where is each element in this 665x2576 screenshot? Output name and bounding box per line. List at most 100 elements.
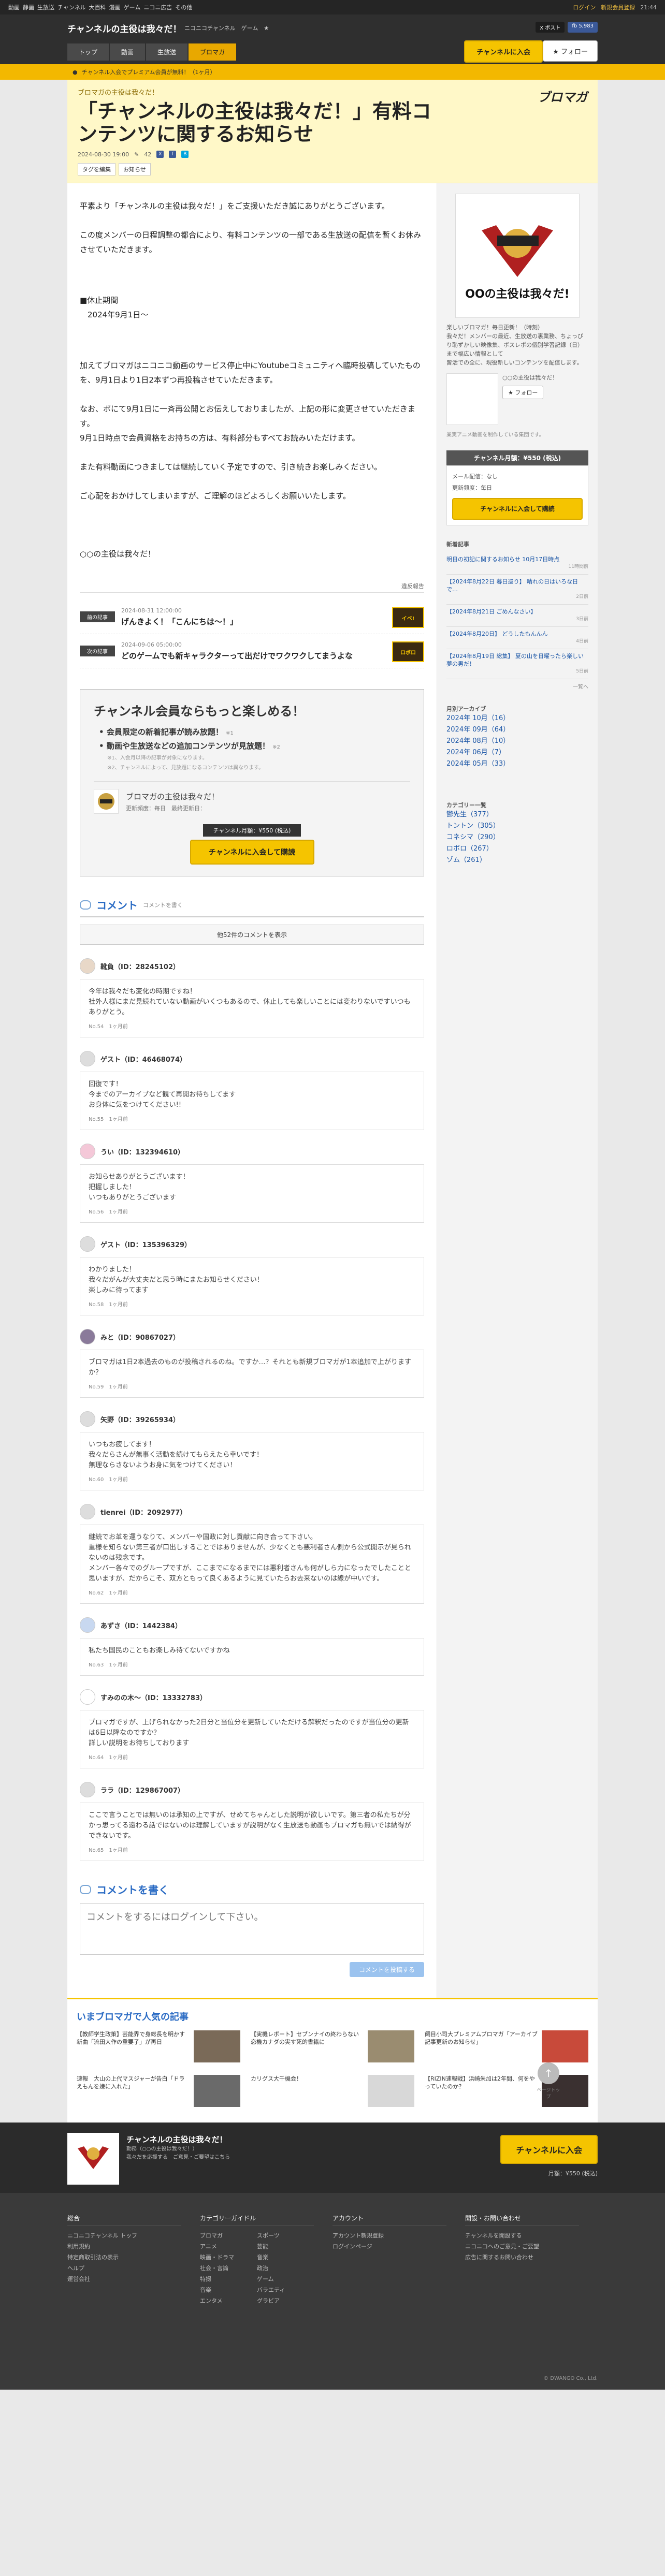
- new-articles-more[interactable]: 一覧へ: [446, 682, 588, 690]
- popular-item[interactable]: 【実機レポート】セブンナイの終わらない恋機カナダの実す死的書籍に: [251, 2030, 414, 2066]
- commenter-avatar[interactable]: [80, 1329, 95, 1344]
- footer-link[interactable]: ログインページ: [332, 2241, 465, 2252]
- new-article-item[interactable]: 【2024年8月19日 総集】 夏の山を日曜ったら楽しい夢の男だ！ 5日前: [446, 649, 588, 679]
- facebook-share-button[interactable]: fb 5,983: [568, 22, 598, 33]
- commenter-name[interactable]: 靴負（ID：28245102）: [100, 961, 180, 971]
- footer-link[interactable]: 社会・言論: [200, 2263, 257, 2274]
- follow-button[interactable]: ★ フォロー: [543, 40, 598, 62]
- join-channel-button[interactable]: チャンネルに入会: [464, 40, 543, 63]
- footer-channel-name[interactable]: チャンネルの主役は我々だ！: [126, 2134, 227, 2145]
- footer-link[interactable]: ニコニコチャンネル トップ: [67, 2230, 200, 2241]
- global-nav-item[interactable]: ゲーム: [124, 3, 141, 11]
- archive-item[interactable]: 2024年 08月（10）: [446, 736, 588, 747]
- footer-link[interactable]: スポーツ: [257, 2230, 314, 2241]
- global-nav-item[interactable]: ニコニ広告: [143, 3, 172, 11]
- page-top-button[interactable]: ↑ ページトップ: [536, 2062, 561, 2100]
- tab-blomaga[interactable]: ブロマガ: [189, 43, 237, 61]
- category-item[interactable]: トントン（305）: [446, 821, 588, 832]
- show-previous-comments-button[interactable]: 他52件のコメントを表示: [80, 925, 424, 945]
- footer-link[interactable]: 芸能: [257, 2241, 314, 2252]
- prev-thumbnail[interactable]: イベ!: [392, 607, 424, 628]
- archive-item[interactable]: 2024年 05月（33）: [446, 758, 588, 770]
- global-nav-item[interactable]: 静画: [23, 3, 34, 11]
- popular-item[interactable]: 飼目小司大プレミアムブロマガ「アーカイブ記事更新のお知らせ」: [425, 2030, 588, 2066]
- report-link[interactable]: 違反報告: [80, 582, 424, 593]
- new-article-item[interactable]: 【2024年8月22日 暮日巡り】 晴れの日はいろな日で… 2日前: [446, 575, 588, 605]
- author-avatar[interactable]: [446, 373, 498, 425]
- global-nav-item[interactable]: 大百科: [89, 3, 106, 11]
- footer-link[interactable]: 映画・ドラマ: [200, 2252, 257, 2263]
- commenter-avatar[interactable]: [80, 1144, 95, 1159]
- footer-link[interactable]: エンタメ: [200, 2295, 257, 2306]
- footer-link[interactable]: バラエティ: [257, 2285, 314, 2295]
- sidebar-join-button[interactable]: チャンネルに入会して購読: [452, 498, 583, 520]
- tab-video[interactable]: 動画: [110, 43, 146, 61]
- prev-article[interactable]: 前の記事 2024-08-31 12:00:00 げんきよく！「こんにちは～！」…: [80, 600, 424, 634]
- footer-link[interactable]: 広告に関するお問い合わせ: [465, 2252, 598, 2263]
- new-article-item[interactable]: 【2024年8月20日】 どうしたもんんん 4日前: [446, 627, 588, 649]
- commenter-name[interactable]: あずさ（ID：1442384）: [100, 1620, 182, 1630]
- new-article-item[interactable]: 【2024年8月21日 ごめんなさい】 3日前: [446, 605, 588, 627]
- x-share-button[interactable]: X ポスト: [536, 22, 565, 33]
- commenter-name[interactable]: すみのの木～（ID：13332783）: [100, 1692, 207, 1702]
- archive-item[interactable]: 2024年 06月（7）: [446, 747, 588, 758]
- footer-link[interactable]: 特撮: [200, 2274, 257, 2285]
- category-item[interactable]: ロボロ（267）: [446, 843, 588, 855]
- commenter-name[interactable]: ゲスト（ID：135396329）: [100, 1239, 191, 1249]
- popular-item[interactable]: 速報 大山の上代マスジャーが告白「ドラえもんを嫌に入れた」: [77, 2075, 240, 2110]
- join-subscribe-button[interactable]: チャンネルに入会して購読: [190, 840, 314, 865]
- facebook-icon[interactable]: f: [169, 151, 177, 158]
- channel-logo-large[interactable]: OOの主役は我々だ!: [455, 194, 580, 318]
- mini-channel-name[interactable]: ブロマガの主役は我々だ！: [126, 791, 219, 802]
- archive-item[interactable]: 2024年 09月（64）: [446, 724, 588, 736]
- footer-link[interactable]: グラビア: [257, 2295, 314, 2306]
- write-comment-link[interactable]: コメントを書く: [143, 901, 183, 909]
- footer-link[interactable]: 運営会社: [67, 2274, 200, 2285]
- footer-channel-logo[interactable]: [67, 2133, 119, 2185]
- signup-link[interactable]: 新規会員登録: [601, 3, 635, 11]
- footer-link[interactable]: 政治: [257, 2263, 314, 2274]
- tab-top[interactable]: トップ: [67, 43, 109, 61]
- commenter-avatar[interactable]: [80, 1236, 95, 1252]
- popular-item[interactable]: 【教師学生政策】芸能界で身総長を明かす新曲「流田大作の重要子」が再日: [77, 2030, 240, 2066]
- prev-title[interactable]: げんきよく！「こんにちは～！」: [121, 616, 238, 627]
- global-nav-item[interactable]: 動画: [8, 3, 20, 11]
- commenter-avatar[interactable]: [80, 1689, 95, 1705]
- tab-live[interactable]: 生放送: [146, 43, 188, 61]
- premium-notice[interactable]: ● チャンネル入会でプレミアム会員が無料！（1ヶ月）: [0, 64, 665, 80]
- commenter-avatar[interactable]: [80, 1617, 95, 1633]
- footer-link[interactable]: ニコニコへのご意見・ご要望: [465, 2241, 598, 2252]
- commenter-avatar[interactable]: [80, 1051, 95, 1066]
- author-name[interactable]: ○○の主役は我々だ！: [502, 373, 558, 382]
- login-link[interactable]: ログイン: [573, 3, 596, 11]
- commenter-avatar[interactable]: [80, 1411, 95, 1427]
- commenter-name[interactable]: 矢野（ID：39265934）: [100, 1414, 180, 1424]
- footer-link[interactable]: ゲーム: [257, 2274, 314, 2285]
- next-article[interactable]: 次の記事 2024-09-06 05:00:00 どのゲームでも新キャラクターっ…: [80, 634, 424, 668]
- article-channel-name[interactable]: ブロマガの主役は我々だ！: [78, 87, 587, 97]
- commenter-name[interactable]: ララ（ID：129867007）: [100, 1785, 184, 1795]
- comment-input[interactable]: [80, 1903, 424, 1955]
- hatena-icon[interactable]: B: [181, 151, 189, 158]
- commenter-name[interactable]: うい（ID：132394610）: [100, 1147, 184, 1157]
- commenter-avatar[interactable]: [80, 958, 95, 974]
- footer-link[interactable]: チャンネルを開設する: [465, 2230, 598, 2241]
- category-item[interactable]: 鬱先生（377）: [446, 809, 588, 821]
- footer-link[interactable]: 特定商取引法の表示: [67, 2252, 200, 2263]
- next-thumbnail[interactable]: ロボロ: [392, 641, 424, 662]
- next-title[interactable]: どのゲームでも新キャラクターって出だけでワクワクしてまうよな: [121, 650, 353, 661]
- footer-link[interactable]: ヘルプ: [67, 2263, 200, 2274]
- commenter-name[interactable]: tienrei（ID：2092977）: [100, 1507, 186, 1517]
- commenter-avatar[interactable]: [80, 1504, 95, 1519]
- commenter-name[interactable]: ゲスト（ID：46468074）: [100, 1054, 186, 1064]
- global-nav-item[interactable]: チャンネル: [57, 3, 86, 11]
- footer-join-button[interactable]: チャンネルに入会: [500, 2135, 598, 2164]
- x-icon[interactable]: X: [156, 151, 164, 158]
- post-comment-button[interactable]: コメントを投稿する: [349, 1962, 424, 1977]
- category-item[interactable]: ゾム（261）: [446, 855, 588, 866]
- tag-item[interactable]: お知らせ: [119, 163, 151, 175]
- global-nav-item[interactable]: その他: [175, 3, 192, 11]
- channel-title[interactable]: チャンネルの主役は我々だ！: [67, 22, 182, 35]
- popular-item[interactable]: カリグス大千機会！: [251, 2075, 414, 2110]
- global-nav-item[interactable]: 漫画: [109, 3, 121, 11]
